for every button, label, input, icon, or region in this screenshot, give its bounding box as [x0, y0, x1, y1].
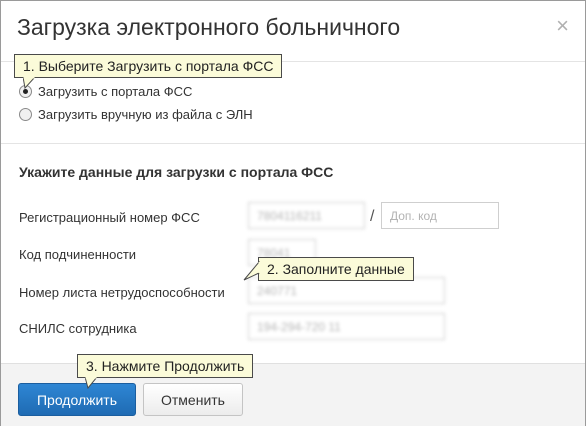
dialog-header: Загрузка электронного больничного ×	[1, 1, 585, 62]
snils-label: СНИЛС сотрудника	[19, 321, 137, 336]
radio-option-manual-file[interactable]: Загрузить вручную из файла с ЭЛН	[19, 105, 253, 123]
radio-option-fss-portal[interactable]: Загрузить с портала ФСС	[19, 82, 192, 100]
hint-step3-pointer	[85, 377, 98, 389]
sick-leave-dialog: Загрузка электронного больничного × Загр…	[0, 0, 586, 426]
section-title: Укажите данные для загрузки с портала ФС…	[19, 164, 334, 180]
extra-code-input[interactable]	[381, 202, 499, 229]
continue-button[interactable]: Продолжить	[18, 383, 136, 416]
separator-slash: /	[370, 208, 375, 225]
hint-step2: 2. Заполните данные	[258, 257, 414, 281]
sheet-number-input[interactable]	[248, 277, 445, 304]
radio-unchecked-icon[interactable]	[19, 107, 32, 121]
dialog-title: Загрузка электронного больничного	[17, 14, 401, 40]
subordination-label: Код подчиненности	[19, 247, 137, 262]
section-divider	[1, 143, 585, 144]
snils-input[interactable]	[248, 313, 445, 340]
hint-step1-pointer	[23, 77, 36, 89]
sheet-number-label: Номер листа нетрудоспособности	[19, 285, 225, 300]
radio-label-manual-file: Загрузить вручную из файла с ЭЛН	[38, 106, 253, 122]
hint-step1: 1. Выберите Загрузить с портала ФСС	[14, 54, 283, 78]
close-icon[interactable]: ×	[556, 15, 569, 37]
reg-number-input[interactable]	[248, 202, 365, 229]
reg-number-label: Регистрационный номер ФСС	[19, 210, 200, 225]
hint-step3: 3. Нажмите Продолжить	[77, 354, 254, 378]
hint-step2-pointer	[243, 261, 260, 281]
radio-label-fss-portal: Загрузить с портала ФСС	[38, 83, 193, 99]
cancel-button[interactable]: Отменить	[143, 383, 243, 416]
